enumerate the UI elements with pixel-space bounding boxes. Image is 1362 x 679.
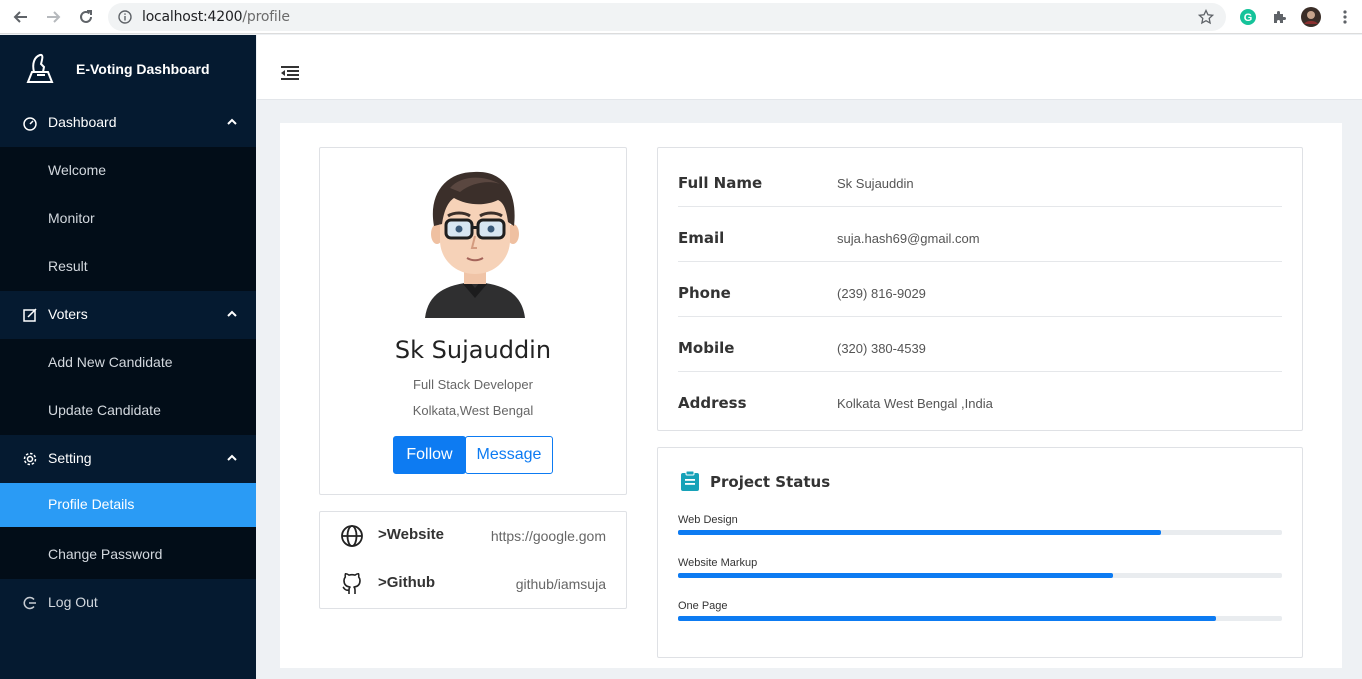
svg-text:G: G — [1244, 12, 1253, 24]
sidebar-item-add-new-candidate[interactable]: Add New Candidate — [0, 339, 256, 387]
sidebar-item-label: Profile Details — [48, 496, 135, 512]
extensions-puzzle-icon[interactable] — [1268, 6, 1290, 28]
menu-toggle-icon[interactable] — [280, 65, 300, 81]
edit-icon — [23, 308, 37, 322]
github-icon — [342, 572, 361, 594]
detail-value: suja.hash69@gmail.com — [837, 231, 980, 246]
address-bar[interactable]: localhost:4200/profile — [108, 3, 1226, 31]
detail-key: Full Name — [678, 174, 763, 192]
profile-avatar-icon[interactable] — [1300, 6, 1322, 28]
logout-button[interactable]: Log Out — [0, 579, 256, 627]
sidebar-item-welcome[interactable]: Welcome — [0, 147, 256, 195]
progress-label: One Page — [678, 600, 728, 612]
sidebar-item-change-password[interactable]: Change Password — [0, 527, 256, 579]
profile-card: Sk Sujauddin Full Stack Developer Kolkat… — [319, 147, 627, 495]
sidebar-item-label: Monitor — [48, 210, 95, 226]
detail-value: (320) 380-4539 — [837, 341, 926, 356]
globe-icon — [341, 525, 363, 547]
sidebar-item-result[interactable]: Result — [0, 243, 256, 291]
detail-row: Full Name Sk Sujauddin — [678, 152, 1282, 207]
logout-icon — [23, 596, 36, 610]
gear-icon — [23, 452, 37, 466]
details-card: Full Name Sk Sujauddin Email suja.hash69… — [657, 147, 1303, 431]
detail-row: Email suja.hash69@gmail.com — [678, 207, 1282, 262]
website-value[interactable]: https://google.gom — [491, 528, 606, 544]
detail-value: Sk Sujauddin — [837, 176, 914, 191]
follow-button[interactable]: Follow — [393, 436, 466, 474]
reload-icon[interactable] — [75, 6, 97, 28]
menu-voters[interactable]: Voters — [0, 291, 256, 339]
forward-arrow-icon[interactable] — [42, 6, 64, 28]
project-status-card: Project Status Web Design Website Markup… — [657, 447, 1303, 658]
logout-label: Log Out — [48, 594, 98, 610]
brand[interactable]: E-Voting Dashboard — [0, 35, 256, 103]
avatar — [425, 171, 525, 318]
back-arrow-icon[interactable] — [10, 6, 32, 28]
browser-toolbar: localhost:4200/profile G — [0, 0, 1362, 34]
detail-value: (239) 816-9029 — [837, 286, 926, 301]
chevron-up-icon — [227, 118, 237, 125]
detail-key: Email — [678, 229, 725, 247]
more-menu-icon[interactable] — [1334, 6, 1356, 28]
chevron-up-icon — [227, 310, 237, 317]
main-panel: Sk Sujauddin Full Stack Developer Kolkat… — [280, 123, 1342, 668]
github-value[interactable]: github/iamsuja — [516, 576, 606, 592]
website-link-row[interactable]: >Website https://google.gom — [320, 512, 626, 560]
top-header — [257, 35, 1362, 100]
detail-row: Mobile (320) 380-4539 — [678, 317, 1282, 372]
ballot-box-logo-icon — [26, 53, 54, 83]
message-button[interactable]: Message — [465, 436, 553, 474]
progress-bar — [678, 573, 1282, 578]
chevron-up-icon — [227, 454, 237, 461]
detail-value: Kolkata West Bengal ,India — [837, 396, 993, 411]
brand-title: E-Voting Dashboard — [76, 61, 210, 77]
sidebar-item-label: Change Password — [48, 546, 163, 562]
progress-fill — [678, 616, 1216, 621]
sidebar: E-Voting Dashboard Dashboard Welcome Mon… — [0, 35, 256, 679]
menu-label: Dashboard — [48, 114, 117, 130]
sidebar-item-monitor[interactable]: Monitor — [0, 195, 256, 243]
profile-name: Sk Sujauddin — [394, 336, 552, 364]
sidebar-item-label: Update Candidate — [48, 402, 161, 418]
sidebar-item-label: Welcome — [48, 162, 107, 178]
sidebar-item-profile-details[interactable]: Profile Details — [0, 483, 256, 527]
progress-fill — [678, 573, 1113, 578]
clipboard-icon — [681, 470, 699, 491]
profile-role: Full Stack Developer — [413, 377, 533, 392]
url-text: localhost:4200/profile — [142, 9, 290, 25]
detail-key: Address — [678, 394, 747, 412]
github-label: >Github — [378, 574, 436, 591]
info-icon[interactable] — [118, 10, 132, 24]
sidebar-item-label: Add New Candidate — [48, 354, 173, 370]
grammarly-icon[interactable]: G — [1237, 6, 1259, 28]
progress-fill — [678, 530, 1162, 535]
links-card: >Website https://google.gom >Github gith… — [319, 511, 627, 609]
profile-location: Kolkata,West Bengal — [412, 403, 534, 418]
detail-row: Phone (239) 816-9029 — [678, 262, 1282, 317]
detail-key: Phone — [678, 284, 731, 302]
progress-label: Website Markup — [678, 557, 758, 569]
progress-bar — [678, 616, 1282, 621]
star-icon[interactable] — [1198, 9, 1214, 25]
menu-label: Setting — [48, 450, 92, 466]
sidebar-item-label: Result — [48, 258, 88, 274]
project-status-title: Project Status — [710, 473, 831, 491]
progress-label: Web Design — [678, 514, 738, 526]
progress-bar — [678, 530, 1282, 535]
menu-dashboard[interactable]: Dashboard — [0, 99, 256, 147]
menu-label: Voters — [48, 306, 88, 322]
menu-setting[interactable]: Setting — [0, 435, 256, 483]
detail-row: Address Kolkata West Bengal ,India — [678, 372, 1282, 427]
detail-key: Mobile — [678, 339, 735, 357]
dashboard-gauge-icon — [23, 117, 37, 131]
github-link-row[interactable]: >Github github/iamsuja — [320, 560, 626, 608]
sidebar-item-update-candidate[interactable]: Update Candidate — [0, 387, 256, 435]
website-label: >Website — [378, 526, 444, 543]
